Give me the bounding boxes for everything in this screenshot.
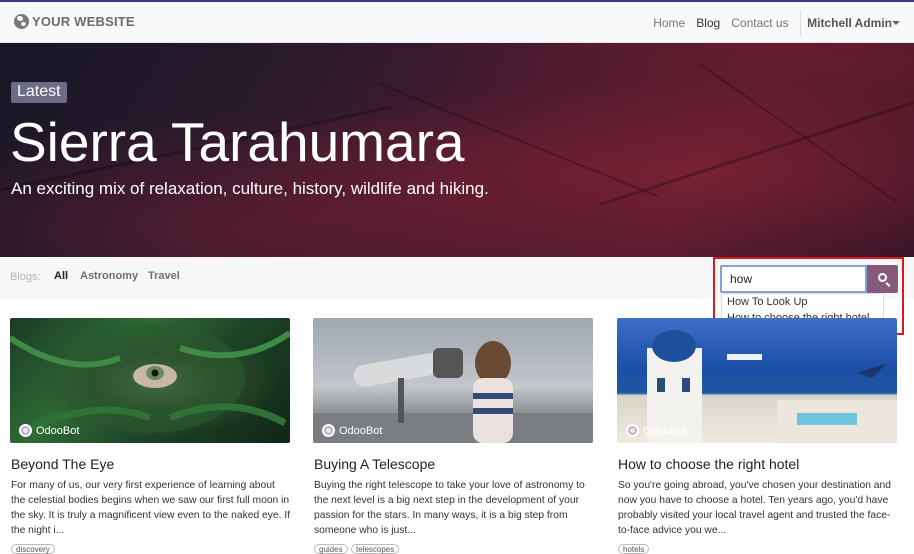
post-author: OdooBot — [322, 424, 382, 437]
site-logo-text: YOUR WEBSITE — [32, 14, 135, 29]
post-title[interactable]: Beyond The Eye — [11, 456, 114, 472]
author-avatar — [626, 424, 639, 437]
author-name: OdooBot — [643, 424, 687, 437]
post-tag[interactable]: telescopes — [351, 544, 400, 554]
post-excerpt: Buying the right telescope to take your … — [314, 480, 585, 536]
post-tag[interactable]: guides — [314, 544, 348, 554]
hero-subtitle: An exciting mix of relaxation, culture, … — [11, 179, 489, 198]
globe-icon — [14, 14, 29, 29]
post-tag[interactable]: hotels — [618, 544, 650, 554]
post-author: OdooBot — [19, 424, 79, 437]
blog-tab-all[interactable]: All — [54, 270, 68, 282]
nav-link-home[interactable]: Home — [648, 16, 691, 30]
post-cover-image[interactable]: OdooBot — [10, 318, 290, 443]
post-title[interactable]: How to choose the right hotel — [618, 456, 799, 472]
hero-banner[interactable]: Latest Sierra Tarahumara An exciting mix… — [0, 43, 914, 257]
hero-title[interactable]: Sierra Tarahumara — [10, 109, 464, 175]
post-cover-image[interactable]: OdooBot — [313, 318, 593, 443]
user-name: Mitchell Admin — [807, 15, 892, 30]
nav-link-blog[interactable]: Blog — [691, 16, 726, 30]
author-name: OdooBot — [339, 424, 383, 437]
user-menu[interactable]: Mitchell Admin — [807, 16, 914, 30]
latest-badge: Latest — [11, 82, 67, 103]
nav-divider — [800, 9, 802, 36]
post-excerpt: For many of us, our very first experienc… — [11, 480, 291, 536]
blog-tab-travel[interactable]: Travel — [148, 270, 180, 282]
caret-down-icon — [892, 20, 900, 25]
post-title[interactable]: Buying A Telescope — [314, 456, 435, 472]
author-avatar — [322, 424, 335, 437]
nav-links: Home Blog Contact us Mitchell Admin — [648, 2, 914, 43]
author-name: OdooBot — [36, 424, 80, 437]
author-avatar — [19, 424, 32, 437]
top-navbar: YOUR WEBSITE Home Blog Contact us Mitche… — [0, 0, 914, 43]
blog-tab-astronomy[interactable]: Astronomy — [80, 270, 138, 282]
post-cover-image[interactable]: OdooBot — [617, 318, 897, 443]
post-excerpt: So you're going abroad, you've chosen yo… — [618, 480, 891, 536]
post-author: OdooBot — [626, 424, 686, 437]
nav-link-contact[interactable]: Contact us — [726, 16, 794, 30]
post-tag[interactable]: discovery — [11, 544, 55, 554]
blogs-label: Blogs: — [10, 271, 41, 283]
site-logo[interactable]: YOUR WEBSITE — [14, 14, 135, 29]
